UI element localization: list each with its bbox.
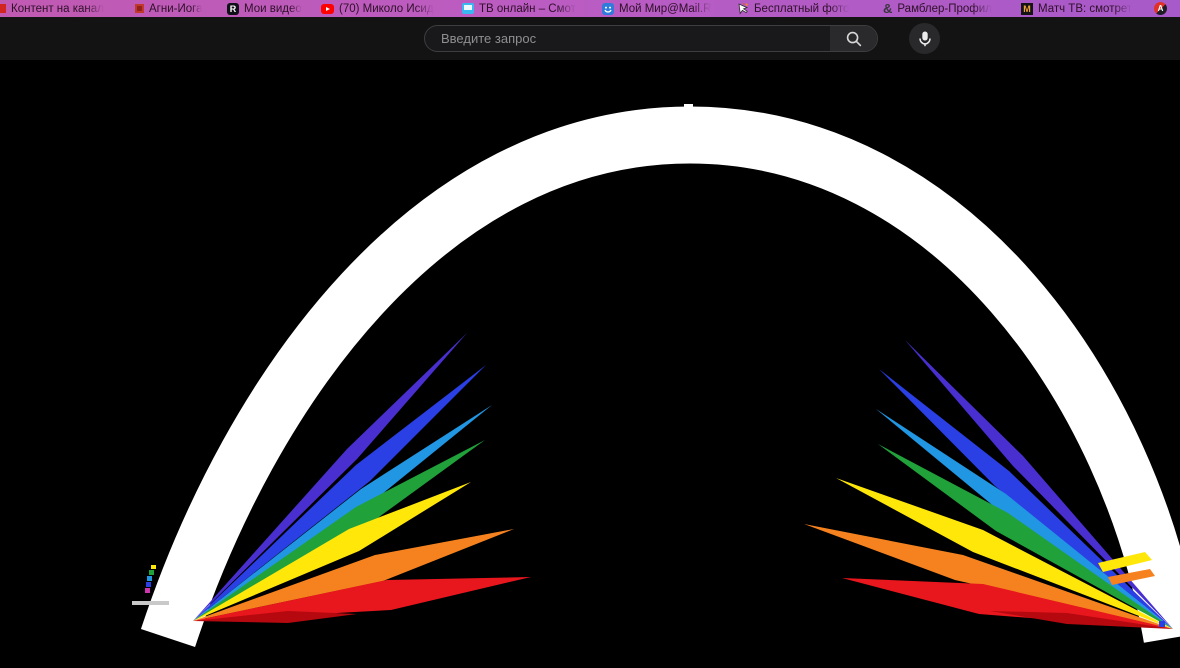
search-input[interactable]: [425, 26, 830, 51]
right-prism-speck: [1159, 621, 1165, 627]
bookmark-label: Агни-Йога: [149, 2, 203, 15]
voice-search-button[interactable]: [909, 23, 940, 54]
match-tv-favicon-icon: M: [1021, 2, 1033, 15]
red-site-favicon-icon: [0, 4, 6, 13]
bookmark-label: Мои видео: [244, 2, 302, 15]
bookmark-moi-video[interactable]: R Мои видео: [227, 0, 302, 17]
bookmark-match-tv[interactable]: M Матч ТВ: смотрет: [1021, 0, 1132, 17]
bookmark-label: (70) Миколо Исид: [339, 2, 434, 15]
search-icon: [845, 30, 863, 48]
rutube-favicon-icon: R: [227, 2, 239, 15]
rambler-ampersand-favicon-icon: &: [883, 0, 893, 16]
cursor-favicon-icon: [738, 2, 749, 15]
microphone-icon: [916, 30, 934, 48]
arc-apex-notch: [684, 104, 693, 107]
bookmark-a-badge[interactable]: A: [1154, 0, 1167, 17]
bookmark-moy-mir[interactable]: Мой Мир@Mail.R: [602, 0, 711, 17]
bookmark-label: ТВ онлайн – Смот: [479, 2, 576, 15]
light-dispersion-svg: [132, 104, 1180, 647]
left-prism-edge-specks: [145, 565, 156, 593]
search-button[interactable]: [830, 26, 877, 51]
bookmark-label: Рамблер-Профил: [897, 2, 992, 15]
bookmark-youtube-mikolo[interactable]: (70) Миколо Исид: [321, 0, 434, 17]
bookmark-rambler[interactable]: & Рамблер-Профил: [883, 0, 992, 17]
bookmark-tv-online[interactable]: ТВ онлайн – Смот: [462, 0, 576, 17]
tv-favicon-icon: [462, 3, 474, 14]
browser-toolbar: [0, 17, 1180, 60]
search-capsule: [424, 25, 878, 52]
light-dispersion-visual: [0, 60, 1180, 663]
bookmark-label: Бесплатный фото: [754, 2, 850, 15]
bookmark-label: Матч ТВ: смотрет: [1038, 2, 1133, 15]
bookmark-label: Контент на канал: [11, 2, 104, 15]
a-badge-favicon-icon: A: [1154, 2, 1167, 15]
moimir-smiley-favicon-icon: [602, 2, 614, 15]
bookmark-label: Мой Мир@Mail.R: [619, 2, 712, 15]
youtube-favicon-icon: [321, 3, 334, 14]
bookmarks-bar: Контент на канал Агни-Йога R Мои видео (…: [0, 0, 1180, 17]
input-beam: [132, 601, 169, 605]
bookmark-agni-yoga[interactable]: Агни-Йога: [135, 0, 202, 17]
bookmark-besplatny-foto[interactable]: Бесплатный фото: [738, 0, 849, 17]
bookmark-kontent[interactable]: Контент на канал: [0, 0, 104, 17]
red-square-favicon-icon: [135, 4, 144, 13]
